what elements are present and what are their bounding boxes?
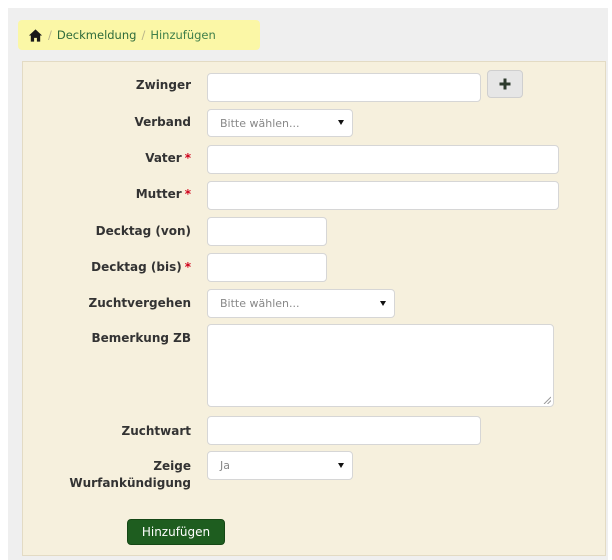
required-indicator: * [184,187,191,201]
verband-selected-value: Bitte wählen... [220,116,300,130]
required-indicator: * [184,260,191,274]
zuchtvergehen-selected-value: Bitte wählen... [220,297,300,310]
bemerkung-zb-label: Bemerkung ZB [91,331,191,345]
zuchtvergehen-label: Zuchtvergehen [88,296,191,310]
zuchtwart-label: Zuchtwart [121,424,191,438]
home-icon[interactable] [28,28,43,43]
mutter-input[interactable] [207,181,559,210]
add-zwinger-button[interactable] [487,70,523,98]
caret-down-icon [380,300,386,306]
zwinger-label: Zwinger [135,78,191,92]
plus-icon [499,78,511,90]
zeige-wurfankuendigung-label: Zeige Wurfankündigung [69,459,191,490]
breadcrumb-separator: / [141,28,146,42]
required-indicator: * [184,151,191,165]
breadcrumb: / Deckmeldung / Hinzufügen [18,20,260,50]
decktag-von-input[interactable] [207,217,327,246]
decktag-bis-input[interactable] [207,253,327,282]
breadcrumb-separator: / [48,28,52,42]
zuchtwart-input[interactable] [207,416,481,445]
mutter-label: Mutter * [135,187,191,201]
hinzufuegen-button[interactable]: Hinzufügen [127,519,225,545]
zuchtvergehen-select[interactable]: Bitte wählen... [207,289,395,318]
zeige-wurfankuendigung-selected-value: Ja [220,459,230,472]
verband-select[interactable]: Bitte wählen... [207,109,353,137]
caret-down-icon [338,462,344,468]
bemerkung-zb-textarea[interactable] [207,324,554,407]
vater-input[interactable] [207,145,559,174]
vater-label: Vater * [145,151,191,165]
decktag-bis-label: Decktag (bis) * [91,260,191,274]
decktag-von-label: Decktag (von) [95,224,191,238]
resize-handle-icon[interactable] [543,396,551,404]
verband-label: Verband [134,115,191,129]
caret-down-icon [338,120,344,125]
zwinger-input[interactable] [207,73,481,102]
breadcrumb-item-hinzufuegen: Hinzufügen [150,28,216,42]
zeige-wurfankuendigung-select[interactable]: Ja [207,451,353,480]
breadcrumb-item-deckmeldung[interactable]: Deckmeldung [57,28,137,42]
